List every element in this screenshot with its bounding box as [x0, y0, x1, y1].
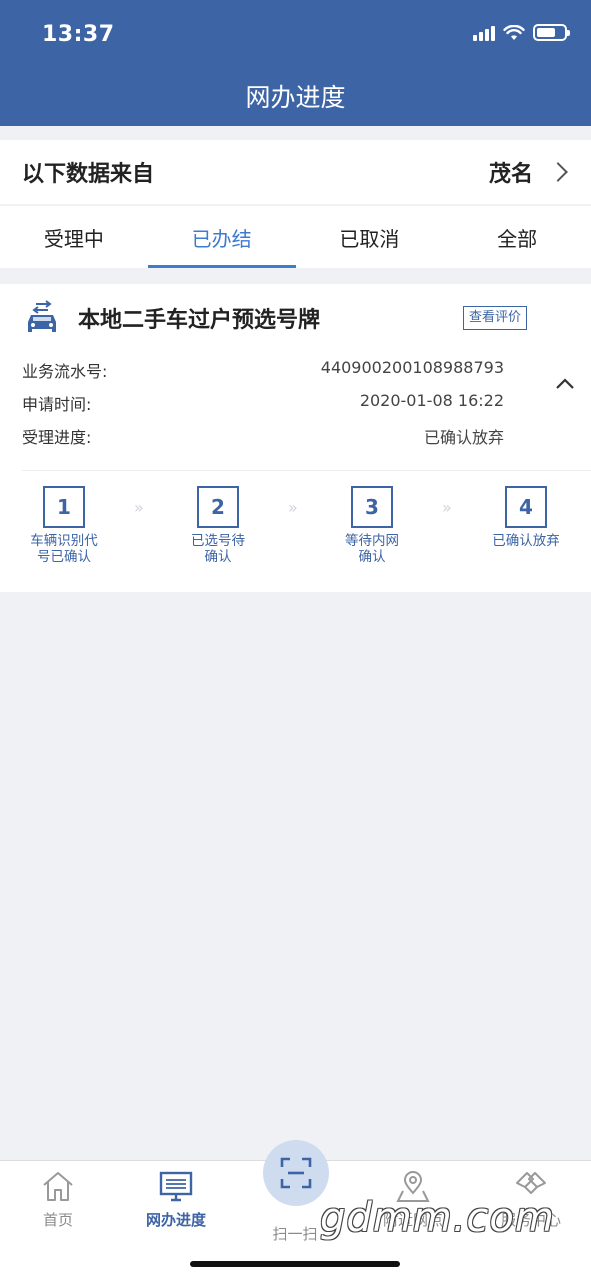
step-arrow-icon: »	[134, 498, 144, 517]
nav-home-label: 首页	[42, 1211, 73, 1229]
step-4: 4 已确认放弃	[471, 486, 581, 549]
step-number: 2	[197, 486, 239, 528]
step-label: 等待内网 确认	[317, 533, 427, 565]
step-label-line: 号已确认	[37, 549, 91, 565]
car-transfer-icon	[28, 300, 56, 332]
page-title: 网办进度	[245, 83, 346, 112]
status-time: 13:37	[42, 22, 115, 47]
nav-scan-label: 扫一扫	[272, 1225, 318, 1243]
step-number: 1	[43, 486, 85, 528]
divider	[22, 470, 591, 471]
nav-progress-label: 网办进度	[145, 1211, 206, 1229]
scan-icon	[280, 1157, 312, 1189]
step-label-line: 确认	[358, 549, 386, 565]
battery-icon	[533, 24, 570, 41]
wifi-icon	[503, 24, 525, 40]
data-source-city: 茂名	[488, 162, 533, 187]
info-row-progress: 受理进度: 已确认放弃	[22, 424, 504, 448]
step-label-line: 确认	[204, 549, 232, 565]
step-label: 车辆识别代 号已确认	[9, 533, 119, 565]
step-number: 3	[351, 486, 393, 528]
tab-all[interactable]: 全部	[443, 206, 591, 268]
home-icon	[43, 1172, 73, 1201]
signal-icon	[473, 25, 495, 41]
chevron-right-icon	[548, 162, 568, 182]
chevron-up-icon[interactable]	[555, 378, 575, 390]
info-label: 申请时间:	[22, 395, 92, 414]
step-label: 已确认放弃	[471, 533, 581, 549]
app-header: 13:37 网办进度	[0, 0, 591, 126]
step-label: 已选号待 确认	[163, 533, 273, 565]
step-2: 2 已选号待 确认	[163, 486, 273, 565]
info-value: 已确认放弃	[423, 428, 504, 447]
info-row-apply-time: 申请时间: 2020-01-08 16:22	[22, 391, 504, 415]
step-label-line: 车辆识别代	[30, 533, 98, 549]
info-value: 440900200108988793	[320, 358, 504, 377]
data-source-label: 以下数据来自	[22, 162, 155, 187]
step-3: 3 等待内网 确认	[317, 486, 427, 565]
tab-completed[interactable]: 已办结	[147, 206, 296, 268]
info-label: 受理进度:	[22, 428, 92, 447]
info-label: 业务流水号:	[22, 362, 108, 381]
info-row-serial: 业务流水号: 440900200108988793	[22, 358, 504, 382]
monitor-icon	[159, 1171, 193, 1202]
step-label-line: 等待内网	[345, 533, 399, 549]
step-arrow-icon: »	[288, 498, 298, 517]
nav-home[interactable]: 首页	[3, 1169, 113, 1230]
status-icons	[473, 24, 570, 41]
step-label-line: 已选号待	[191, 533, 245, 549]
info-value: 2020-01-08 16:22	[359, 391, 504, 410]
step-1: 1 车辆识别代 号已确认	[9, 486, 119, 565]
view-review-button[interactable]: 查看评价	[462, 306, 527, 330]
progress-steps: 1 车辆识别代 号已确认 » 2 已选号待 确认 » 3 等待内网 确认 » 4…	[0, 486, 591, 576]
data-source-selector[interactable]: 以下数据来自 茂名	[0, 140, 591, 204]
step-number: 4	[505, 486, 547, 528]
card-title: 本地二手车过户预选号牌	[78, 308, 321, 333]
watermark: gdmm.com	[320, 1195, 555, 1241]
tab-in-progress[interactable]: 受理中	[0, 206, 148, 268]
nav-progress[interactable]: 网办进度	[121, 1169, 231, 1230]
step-label-line: 已确认放弃	[492, 533, 560, 549]
status-tabs: 受理中 已办结 已取消 全部	[0, 206, 591, 268]
step-arrow-icon: »	[442, 498, 452, 517]
tab-cancelled[interactable]: 已取消	[296, 206, 444, 268]
home-indicator	[190, 1261, 400, 1267]
